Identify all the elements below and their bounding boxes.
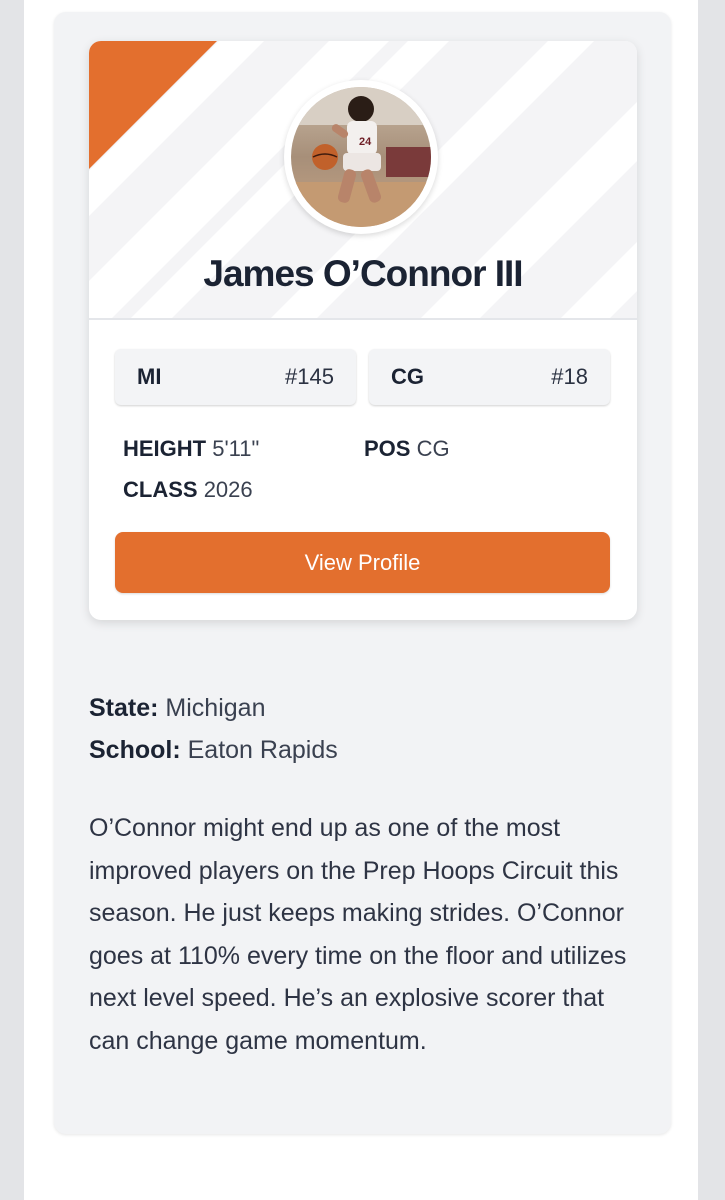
height-attr: HEIGHT 5'11" [123, 436, 259, 462]
player-name: James O’Connor III [203, 253, 523, 294]
class-label: CLASS [123, 477, 198, 502]
class-attr: CLASS 2026 [123, 477, 253, 503]
height-label: HEIGHT [123, 436, 207, 461]
banner-divider [89, 318, 637, 320]
player-description: O’Connor might end up as one of the most… [89, 814, 627, 1055]
state-rank-value: #145 [285, 364, 334, 389]
state-label: State: [89, 694, 159, 722]
page-edge-left [0, 0, 24, 1200]
avatar: 24 [284, 80, 438, 234]
position-rank-label: CG [391, 364, 424, 389]
view-profile-button[interactable]: View Profile [115, 532, 610, 593]
school-value: Eaton Rapids [187, 736, 338, 764]
page-edge-right [698, 0, 725, 1200]
state-rank-label: MI [137, 364, 162, 389]
position-rank-box: CG #18 [369, 349, 610, 405]
height-value: 5'11" [212, 436, 260, 461]
state-line: State: Michigan [89, 694, 265, 723]
position-rank-value: #18 [551, 364, 588, 389]
school-label: School: [89, 736, 181, 764]
state-value: Michigan [165, 694, 266, 722]
player-photo-icon: 24 [291, 87, 431, 227]
svg-text:24: 24 [359, 136, 372, 148]
state-rank-box: MI #145 [115, 349, 356, 405]
school-line: School: Eaton Rapids [89, 736, 338, 765]
player-card: 24 James O’Connor III MI #145 CG #18 HEI… [89, 41, 637, 620]
pos-value: CG [416, 436, 450, 461]
class-value: 2026 [203, 477, 253, 502]
pos-attr: POS CG [364, 436, 450, 462]
card-banner: 24 James O’Connor III [89, 41, 637, 320]
pos-label: POS [364, 436, 411, 461]
